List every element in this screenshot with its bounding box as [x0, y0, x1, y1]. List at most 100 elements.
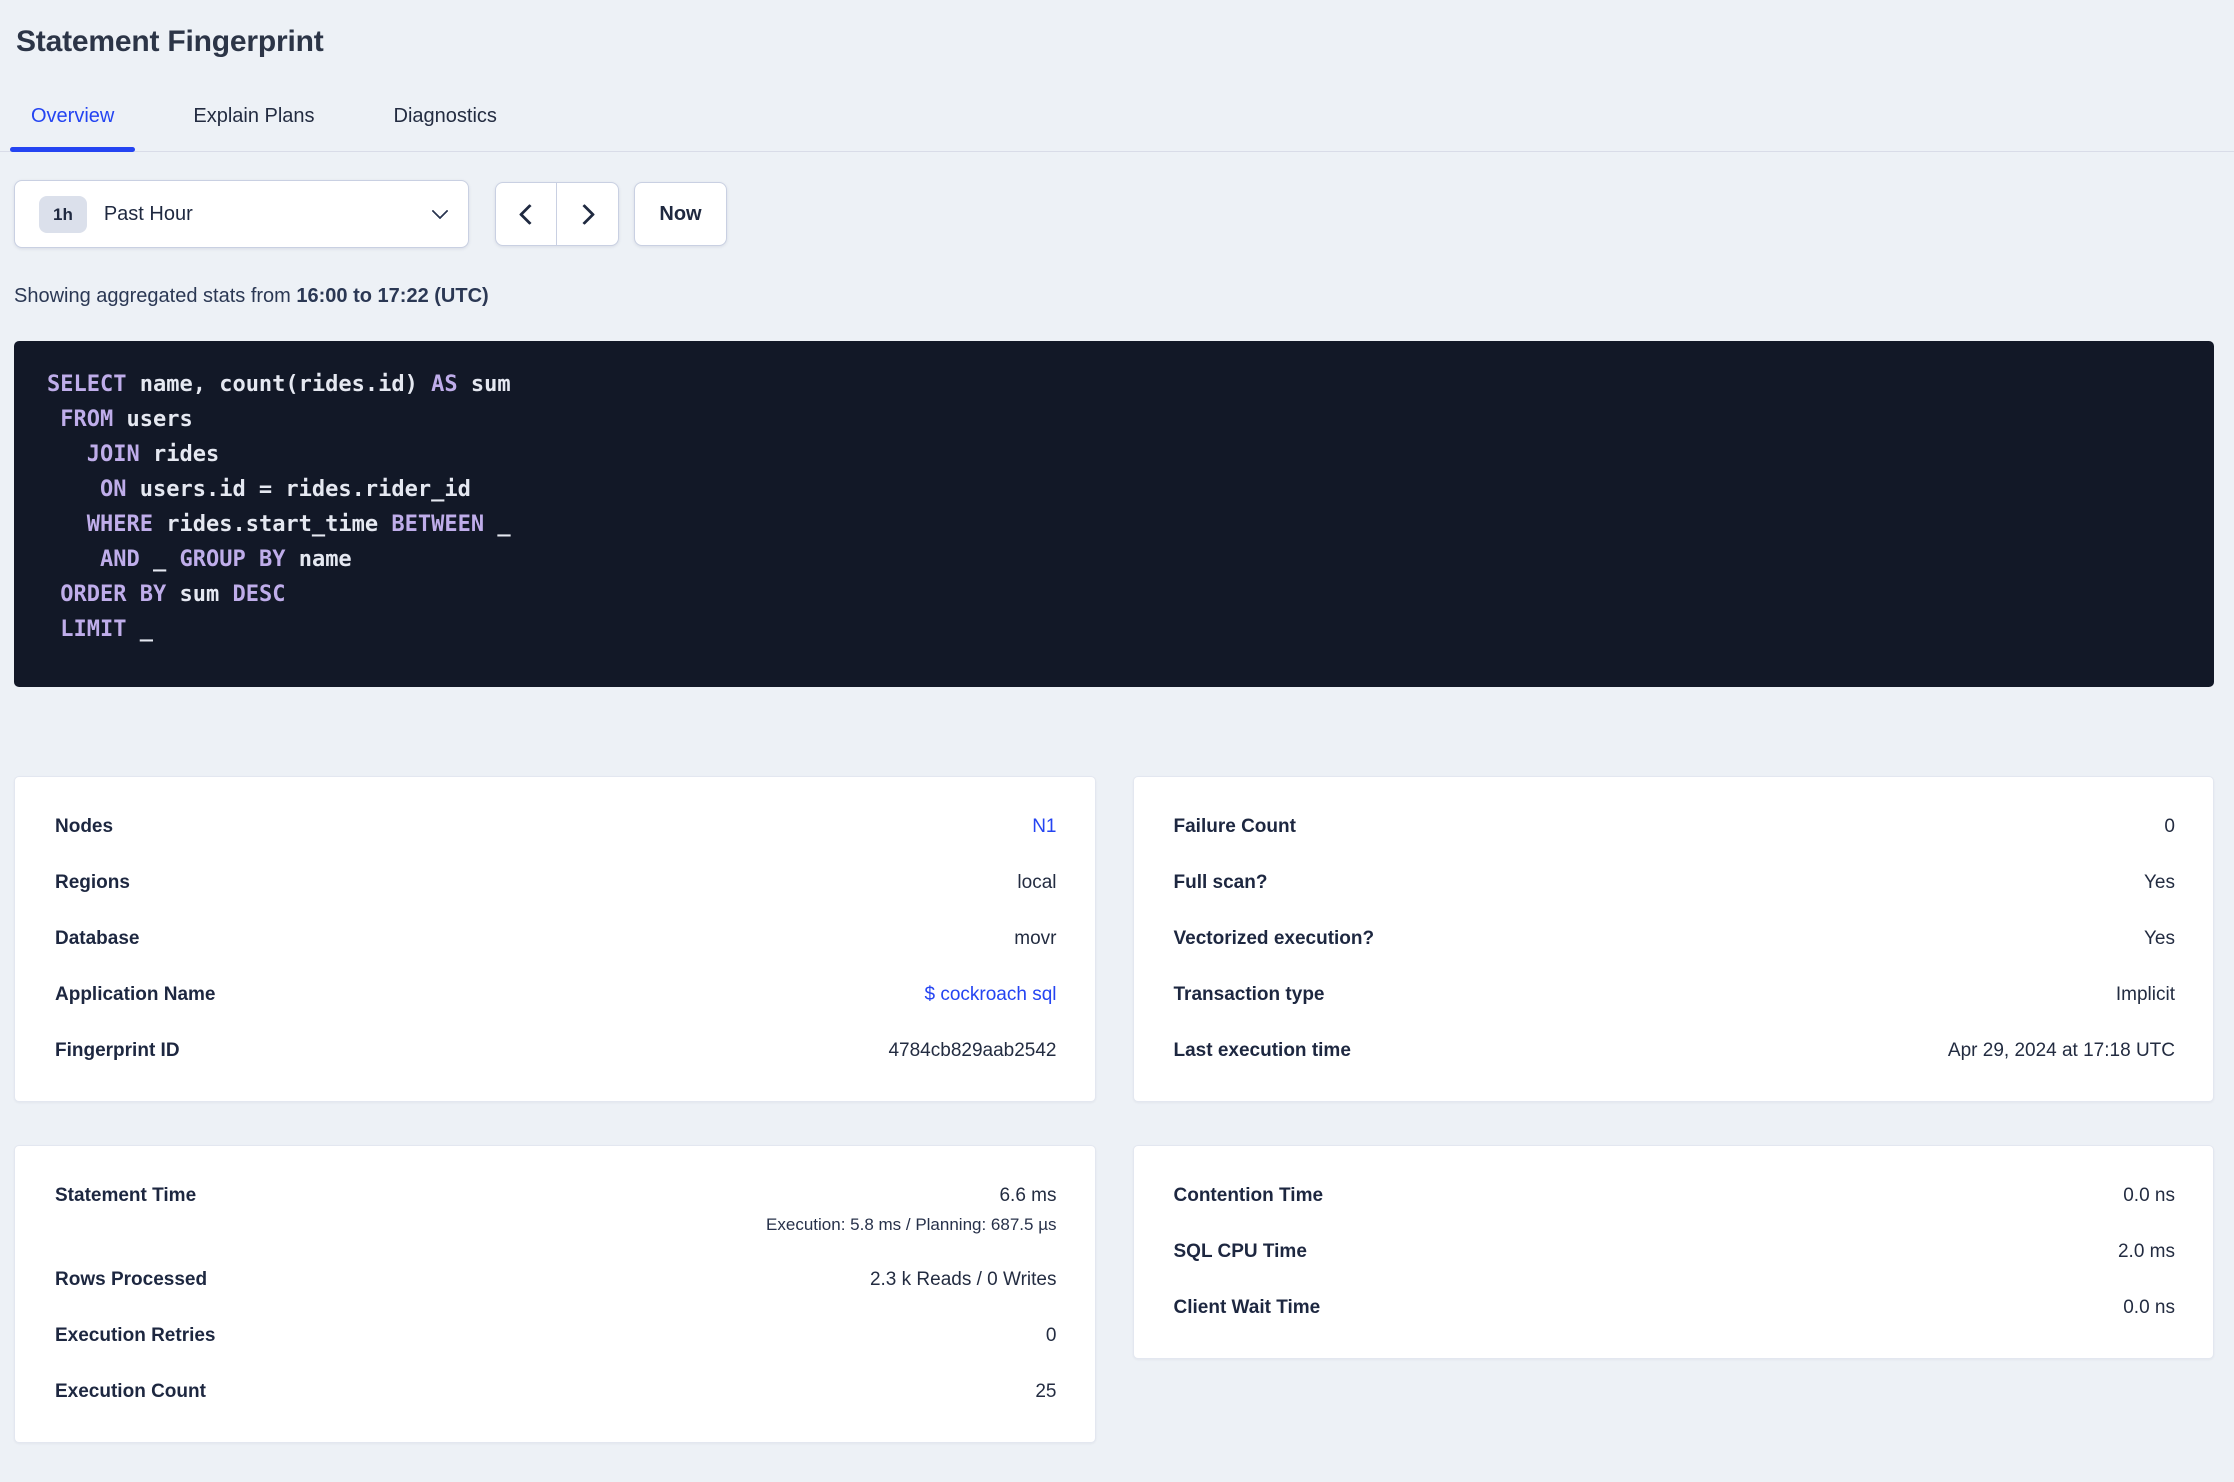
time-nav-group [495, 182, 619, 246]
row-value-group: Yes [2144, 927, 2175, 951]
row-value: Implicit [2115, 984, 2175, 1005]
row-value-group: 4784cb829aab2542 [888, 1039, 1056, 1063]
sql-line: JOIN rides [47, 437, 2181, 472]
active-tab-underline [10, 147, 136, 152]
row-label: Vectorized execution? [1173, 928, 1375, 949]
row-value-group: 0 [1046, 1324, 1057, 1348]
row-value-group: N1 [1032, 815, 1056, 839]
summary-row: Client Wait Time 0.0 ns [1174, 1296, 2176, 1320]
row-label: Last execution time [1173, 1040, 1351, 1061]
row-label: Transaction type [1173, 984, 1325, 1005]
sql-keyword: BETWEEN [391, 512, 485, 537]
statement-timing-card: Statement Time 6.6 ms Execution: 5.8 ms / … [14, 1145, 1096, 1443]
summary-row: Failure Count 0 [1174, 815, 2176, 839]
sql-line: WHERE rides.start_time BETWEEN _ [47, 507, 2181, 542]
row-label: Execution Count [55, 1381, 206, 1402]
row-value: Apr 29, 2024 at 17:18 UTC [1947, 1040, 2175, 1061]
summary-row: SQL CPU Time 2.0 ms [1174, 1240, 2176, 1264]
time-range-badge: 1h [39, 195, 87, 233]
row-label: Fingerprint ID [55, 1040, 180, 1061]
tab-explain-plans[interactable]: Explain Plans [172, 81, 335, 151]
row-label: Client Wait Time [1173, 1297, 1321, 1318]
chevron-right-icon [573, 203, 596, 225]
row-value: 0.0 ns [2123, 1297, 2175, 1318]
row-label: Statement Time [55, 1185, 197, 1206]
wait-times-card: Contention Time 0.0 ns SQL CPU Time 2.0 ms C… [1132, 1145, 2214, 1359]
sql-line: ORDER BY sum DESC [47, 577, 2181, 612]
row-value-group: 0.0 ns [2123, 1296, 2175, 1320]
row-value-group: $ cockroach sql [924, 983, 1056, 1007]
sql-text: users.id = rides.rider_id [126, 477, 471, 502]
now-button[interactable]: Now [634, 182, 727, 246]
sql-line: FROM users [47, 402, 2181, 437]
sql-line: LIMIT _ [47, 612, 2181, 647]
row-label: Contention Time [1173, 1185, 1324, 1206]
tab-label: Explain Plans [193, 104, 315, 127]
row-value-group: movr [1014, 927, 1056, 951]
execution-attributes-card: Failure Count 0 Full scan? Yes Vectorized ex… [1132, 776, 2214, 1102]
sql-line: AND _ GROUP BY name [47, 542, 2181, 577]
sql-text: sum [457, 372, 511, 397]
row-value-group: local [1017, 871, 1056, 895]
time-controls: 1h Past Hour Now [14, 180, 2214, 248]
row-value: local [1017, 872, 1057, 893]
time-range-label: Past Hour [103, 202, 193, 225]
sql-keyword: DESC [232, 582, 286, 607]
summary-row: Vectorized execution? Yes [1174, 927, 2176, 951]
row-subvalue: Execution: 5.8 ms / Planning: 687.5 µs [766, 1215, 1057, 1234]
summary-row: Full scan? Yes [1174, 871, 2176, 895]
tab-overview[interactable]: Overview [10, 81, 136, 152]
time-range-dropdown[interactable]: 1h Past Hour [14, 180, 469, 248]
aggregated-stats-summary: Showing aggregated stats from 16:00 to 1… [14, 284, 2234, 308]
tab-label: Overview [31, 104, 115, 127]
row-value: 4784cb829aab2542 [888, 1040, 1057, 1061]
summary-row: Contention Time 0.0 ns [1174, 1184, 2176, 1208]
statement-fingerprint-page: Statement Fingerprint Overview Explain Pl… [0, 24, 2234, 1482]
row-label: Nodes [55, 816, 114, 837]
summary-row: Last execution time Apr 29, 2024 at 17:18… [1174, 1039, 2176, 1063]
summary-row: Fingerprint ID 4784cb829aab2542 [55, 1039, 1057, 1063]
row-value-group: 0.0 ns [2123, 1184, 2175, 1208]
row-value-group: Implicit [2116, 983, 2175, 1007]
next-time-button[interactable] [557, 183, 618, 245]
row-value: 2.0 ms [2117, 1241, 2175, 1262]
row-value-group: 25 [1035, 1380, 1056, 1404]
sql-keyword: SELECT [47, 372, 127, 397]
prev-time-button[interactable] [496, 183, 557, 245]
tab-bar: Overview Explain Plans Diagnostics [0, 81, 2234, 152]
summary-row: Statement Time 6.6 ms Execution: 5.8 ms / … [55, 1184, 1057, 1236]
sql-text: _ [126, 617, 153, 642]
app-name-link[interactable]: $ cockroach sql [924, 983, 1056, 1007]
row-value: 6.6 ms [999, 1185, 1057, 1206]
sql-line: ON users.id = rides.rider_id [47, 472, 2181, 507]
sql-line: SELECT name, count(rides.id) AS sum [47, 367, 2181, 402]
row-value: 2.3 k Reads / 0 Writes [869, 1269, 1057, 1290]
chevron-down-icon [431, 202, 449, 220]
chevron-left-icon [518, 203, 540, 225]
row-label: Rows Processed [55, 1269, 208, 1290]
summary-row: Execution Retries 0 [55, 1324, 1057, 1348]
sql-keyword: ON [99, 477, 127, 502]
sql-keyword: ORDER BY [60, 582, 167, 607]
row-label: Failure Count [1173, 816, 1296, 837]
node-link[interactable]: N1 [1032, 815, 1056, 839]
stats-summary-prefix: Showing aggregated stats from [14, 285, 297, 307]
stats-summary-range: 16:00 to 17:22 (UTC) [296, 285, 489, 307]
statement-details-card: Nodes N1 Regions local Database movr Applicati… [14, 776, 1096, 1102]
sql-keyword: WHERE [86, 512, 153, 537]
sql-keyword: LIMIT [60, 617, 127, 642]
row-value: 25 [1035, 1381, 1057, 1402]
sql-statement-box: SELECT name, count(rides.id) AS sum FROM… [14, 341, 2214, 687]
row-value: 0.0 ns [2123, 1185, 2175, 1206]
row-label: Execution Retries [55, 1325, 216, 1346]
sql-keyword: GROUP BY [179, 547, 286, 572]
tab-diagnostics[interactable]: Diagnostics [373, 81, 518, 151]
tab-label: Diagnostics [393, 104, 497, 127]
row-value-group: 2.0 ms [2118, 1240, 2175, 1264]
summary-row: Database movr [55, 927, 1057, 951]
sql-text: users [113, 407, 193, 432]
row-value-group: 6.6 ms Execution: 5.8 ms / Planning: 687.… [766, 1184, 1056, 1236]
